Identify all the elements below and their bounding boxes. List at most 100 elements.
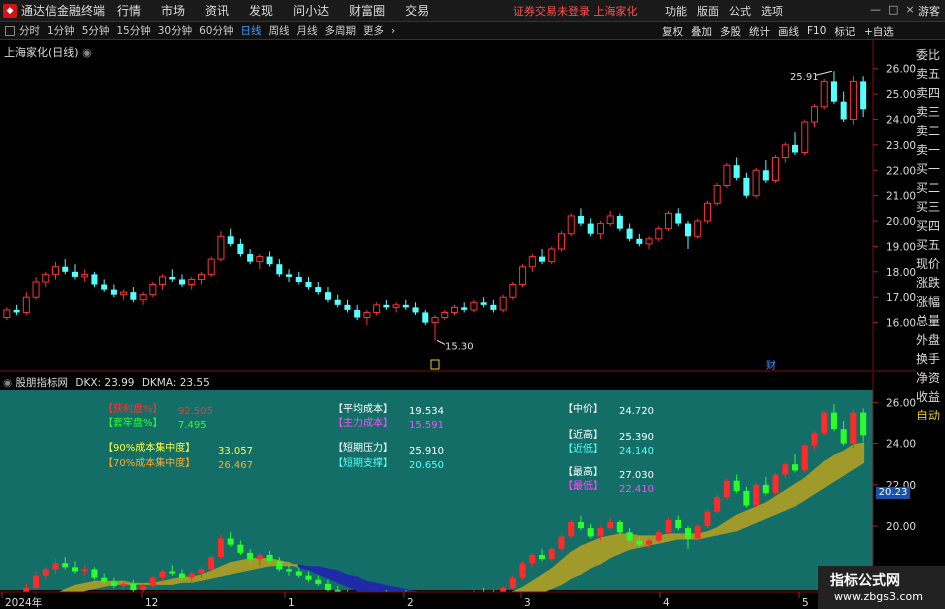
period-monthly[interactable]: 月线 [297, 23, 318, 38]
period-60min[interactable]: 60分钟 [199, 23, 233, 38]
watermark-title: 指标公式网 [830, 573, 900, 589]
main-price-axis: 26.00 25.00 24.00 23.00 22.00 21.00 20.00 19.00… [0, 40, 916, 372]
ind-candle-body-down [276, 561, 283, 570]
cost70-value: 26.467 [218, 460, 253, 471]
period-weekly[interactable]: 周线 [269, 23, 290, 38]
candle-body-down [675, 213, 682, 224]
stock-title[interactable]: 上海家化(日线) ◉ [4, 44, 92, 60]
side-label: 买二 [916, 181, 941, 195]
ind-candle-body-down [626, 532, 633, 541]
menu-item-discover[interactable]: 发现 [249, 2, 273, 19]
trade-login-notice[interactable]: 证券交易未登录 上海家化 [513, 3, 638, 19]
period-more[interactable]: 更多 [363, 23, 384, 38]
period-5min[interactable]: 5分钟 [82, 23, 110, 38]
close-icon[interactable]: × [905, 3, 914, 16]
stock-title-text: 上海家化(日线) [4, 46, 79, 59]
candle-body-down [792, 144, 799, 153]
ind-candle-body-up [665, 519, 672, 533]
ind-candle-body-up [140, 585, 147, 591]
candle-body-down [178, 279, 186, 285]
minimize-icon[interactable]: — [870, 3, 881, 16]
cost70-label: 【70%成本集中度】 [103, 458, 196, 469]
min-label: 【最低】 [563, 481, 603, 492]
candle-body-down [344, 304, 351, 310]
candle-body-down [616, 215, 623, 229]
candle-body-down [762, 170, 769, 181]
tool-adjust[interactable]: 复权 [662, 24, 683, 39]
chevron-right-icon[interactable]: › [391, 25, 395, 37]
menu-item-function[interactable]: 功能 [665, 3, 687, 19]
tool-f10[interactable]: F10 [807, 25, 826, 37]
dkx-dkma-band-segment [589, 536, 602, 569]
dkma-value: 23.55 [179, 377, 210, 389]
tool-multi-stock[interactable]: 多股 [720, 24, 741, 39]
candle-body-up [3, 309, 11, 319]
main-axis-label: 23.00 [886, 140, 916, 152]
candle-body-down [334, 299, 341, 305]
period-multi[interactable]: 多周期 [325, 23, 357, 38]
dkx-label: DKX: [75, 377, 102, 389]
candle-body-up [197, 273, 205, 280]
period-30min[interactable]: 30分钟 [158, 23, 192, 38]
main-menu: 行情 市场 资讯 发现 问小达 财富圈 交易 [117, 2, 449, 19]
menu-item-news[interactable]: 资讯 [205, 2, 229, 19]
tool-overlay[interactable]: 叠加 [691, 24, 712, 39]
menu-item-ask[interactable]: 问小达 [293, 2, 329, 19]
indicator-price-tag: 20.23 [876, 487, 910, 499]
period-intraday[interactable]: 分时 [19, 23, 40, 38]
tool-drawing[interactable]: 画线 [778, 24, 799, 39]
dkx-dkma-band-segment [239, 557, 252, 573]
window-controls: — □ × [870, 3, 922, 16]
candle-body-up [363, 311, 371, 319]
menu-item-quotes[interactable]: 行情 [117, 2, 141, 19]
candle-body-down [684, 223, 692, 237]
pressure-value: 25.910 [409, 446, 444, 457]
ind-candle-body-down [237, 544, 244, 553]
menu-item-options[interactable]: 选项 [761, 3, 783, 19]
dkx-value: 23.99 [104, 377, 135, 389]
candle-body-up [392, 304, 400, 308]
ind-candle-body-up [753, 484, 760, 506]
menu-item-trade[interactable]: 交易 [405, 2, 429, 19]
menu-item-wealth[interactable]: 财富圈 [349, 2, 385, 19]
indicator-title[interactable]: ◉ 股朋指标网 DKX: 23.99 DKMA: 23.55 [3, 375, 210, 390]
settings-circle-icon[interactable]: ◉ [3, 377, 12, 389]
time-axis-label: 1 [288, 597, 295, 609]
side-label: 换手 [916, 352, 941, 366]
maximize-icon[interactable]: □ [888, 3, 898, 16]
guest-user[interactable]: 游客 [918, 3, 940, 19]
ind-candle-body-up [548, 548, 555, 560]
right-menu: 功能 版面 公式 选项 [665, 3, 793, 19]
period-1min[interactable]: 1分钟 [47, 23, 75, 38]
period-15min[interactable]: 15分钟 [116, 23, 150, 38]
candle-body-down [286, 274, 293, 277]
near-high-value: 25.390 [619, 432, 654, 443]
candle-body-down [412, 307, 419, 313]
chart-panel[interactable]: 25.91 15.30 财 26.00 25.00 24.00 23.00 22.00 21.… [0, 40, 916, 609]
side-label: 买五 [916, 238, 941, 252]
candle-body-down [295, 276, 302, 282]
settings-circle-icon[interactable]: ◉ [82, 46, 92, 59]
near-low-label: 【近低】 [563, 444, 603, 455]
candle-body-down [130, 292, 137, 300]
main-axis-label: 22.00 [886, 165, 916, 177]
period-toggle-icon[interactable] [5, 25, 15, 36]
menu-item-market[interactable]: 市场 [161, 2, 185, 19]
ind-candle-body-up [558, 536, 565, 549]
ind-candle-body-down [91, 569, 98, 578]
main-axis-label: 20.00 [886, 216, 916, 228]
candle-body-up [723, 164, 731, 186]
tool-mark[interactable]: 标记 [834, 24, 855, 39]
menu-item-layout[interactable]: 版面 [697, 3, 719, 19]
ind-candle-body-up [529, 554, 536, 564]
main-axis-label: 16.00 [886, 318, 916, 330]
tool-statistics[interactable]: 统计 [749, 24, 770, 39]
add-watchlist-button[interactable]: +自选 [864, 24, 894, 39]
auto-trade-label[interactable]: 自动 [916, 407, 945, 420]
candle-body-up [373, 304, 381, 313]
period-daily[interactable]: 日线 [241, 23, 262, 38]
menu-item-formula[interactable]: 公式 [729, 3, 751, 19]
main-axis-label: 21.00 [886, 191, 916, 203]
side-label: 现价 [916, 257, 941, 271]
candle-body-up [256, 256, 264, 263]
